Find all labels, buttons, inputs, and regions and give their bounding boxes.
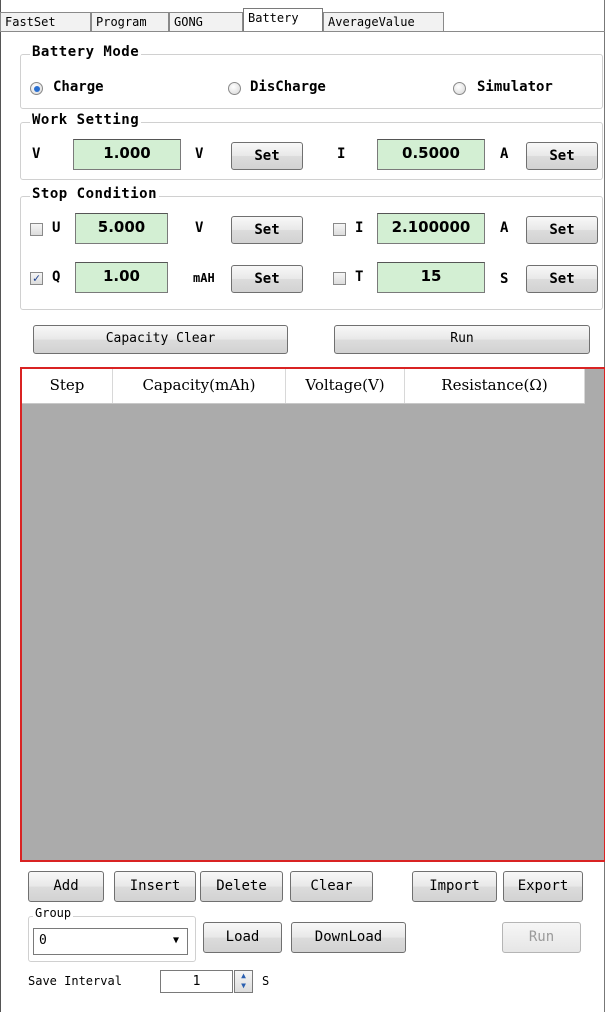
stop-i-set-button[interactable]: Set <box>526 216 598 244</box>
chevron-down-icon: ▼ <box>172 935 179 946</box>
stop-u-unit: V <box>195 220 204 236</box>
tab-fastset[interactable]: FastSet <box>0 12 91 32</box>
column-header-voltage[interactable]: Voltage(V) <box>286 369 405 403</box>
spin-up-icon[interactable]: ▲ <box>235 971 252 981</box>
charge-radio[interactable] <box>30 82 43 95</box>
discharge-label: DisCharge <box>250 79 326 95</box>
save-interval-field[interactable]: 1 <box>160 970 233 993</box>
group-run-button[interactable]: Run <box>502 922 581 953</box>
stop-t-unit: S <box>500 271 509 287</box>
charge-label: Charge <box>53 79 104 95</box>
import-button[interactable]: Import <box>412 871 497 902</box>
stop-q-label: Q <box>52 269 61 285</box>
stop-q-unit: mAH <box>193 271 215 285</box>
column-header-capacity[interactable]: Capacity(mAh) <box>113 369 286 403</box>
discharge-radio[interactable] <box>228 82 241 95</box>
stop-t-set-button[interactable]: Set <box>526 265 598 293</box>
stop-q-set-button[interactable]: Set <box>231 265 303 293</box>
download-button[interactable]: DownLoad <box>291 922 406 953</box>
stop-i-checkbox[interactable] <box>333 223 346 236</box>
export-button[interactable]: Export <box>503 871 583 902</box>
work-i-label: I <box>337 146 346 162</box>
group-select[interactable]: 0 ▼ <box>33 928 188 955</box>
tab-battery[interactable]: Battery <box>243 8 323 31</box>
column-header-step[interactable]: Step <box>22 369 113 403</box>
step-table[interactable]: Step Capacity(mAh) Voltage(V) Resistance… <box>20 367 605 862</box>
tab-program[interactable]: Program <box>91 12 169 32</box>
stop-u-checkbox[interactable] <box>30 223 43 236</box>
work-i-unit: A <box>500 146 509 162</box>
stop-i-unit: A <box>500 220 509 236</box>
column-header-resistance[interactable]: Resistance(Ω) <box>405 369 585 403</box>
simulator-radio[interactable] <box>453 82 466 95</box>
clear-button[interactable]: Clear <box>290 871 373 902</box>
work-v-label: V <box>32 146 41 162</box>
tab-divider <box>0 31 605 32</box>
tab-bar: FastSet Program GONG Battery AverageValu… <box>0 8 605 32</box>
stop-u-set-button[interactable]: Set <box>231 216 303 244</box>
work-voltage-set-button[interactable]: Set <box>231 142 303 170</box>
save-interval-unit: S <box>262 974 270 988</box>
stop-t-label: T <box>355 269 364 285</box>
stop-q-field[interactable]: 1.00 <box>75 262 168 293</box>
battery-mode-title: Battery Mode <box>30 44 142 60</box>
work-voltage-field[interactable]: 1.000 <box>73 139 181 170</box>
delete-button[interactable]: Delete <box>200 871 283 902</box>
run-button[interactable]: Run <box>334 325 590 354</box>
stop-t-checkbox[interactable] <box>333 272 346 285</box>
insert-button[interactable]: Insert <box>114 871 196 902</box>
tab-gong[interactable]: GONG <box>169 12 243 32</box>
stop-condition-title: Stop Condition <box>30 186 160 202</box>
work-current-set-button[interactable]: Set <box>526 142 598 170</box>
tab-averagevalue[interactable]: AverageValue <box>323 12 444 32</box>
add-button[interactable]: Add <box>28 871 104 902</box>
group-select-value: 0 <box>39 933 47 948</box>
stop-q-checkbox[interactable]: ✓ <box>30 272 43 285</box>
capacity-clear-button[interactable]: Capacity Clear <box>33 325 288 354</box>
work-v-unit: V <box>195 146 204 162</box>
stop-u-field[interactable]: 5.000 <box>75 213 168 244</box>
spin-down-icon[interactable]: ▼ <box>235 981 252 991</box>
stop-i-field[interactable]: 2.100000 <box>377 213 485 244</box>
save-interval-spinner[interactable]: ▲ ▼ <box>234 970 253 993</box>
work-setting-title: Work Setting <box>30 112 142 128</box>
stop-u-label: U <box>52 220 61 236</box>
simulator-label: Simulator <box>477 79 553 95</box>
load-button[interactable]: Load <box>203 922 282 953</box>
stop-i-label: I <box>355 220 364 236</box>
stop-t-field[interactable]: 15 <box>377 262 485 293</box>
save-interval-label: Save Interval <box>28 974 122 988</box>
group-label: Group <box>33 906 74 920</box>
work-current-field[interactable]: 0.5000 <box>377 139 485 170</box>
step-table-header: Step Capacity(mAh) Voltage(V) Resistance… <box>22 369 585 404</box>
